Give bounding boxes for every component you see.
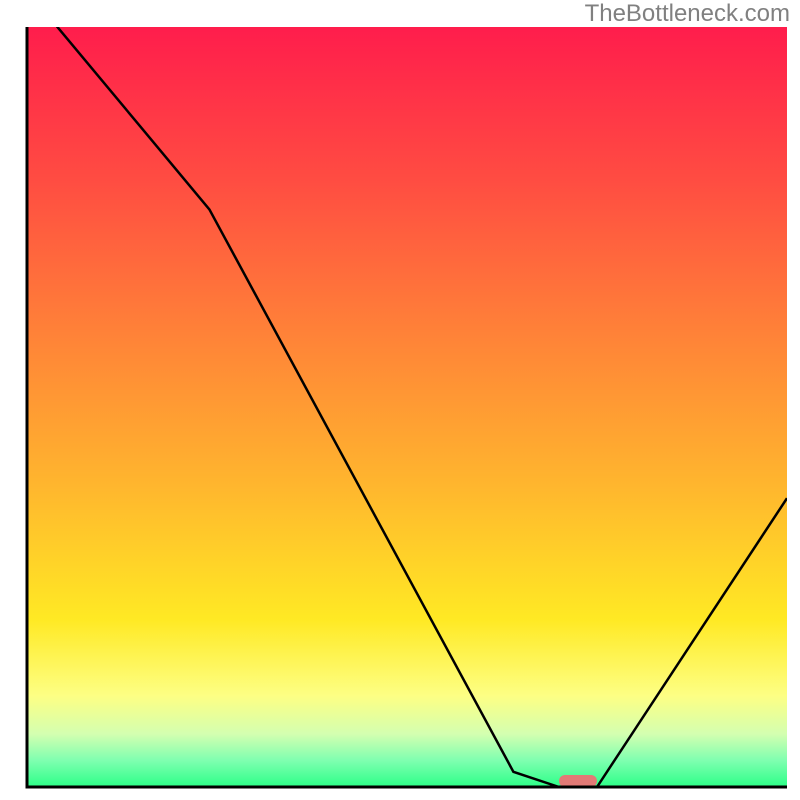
optimal-range-marker xyxy=(559,775,597,787)
chart-svg xyxy=(0,0,800,800)
bottleneck-chart: TheBottleneck.com xyxy=(0,0,800,800)
watermark-text: TheBottleneck.com xyxy=(585,0,790,28)
